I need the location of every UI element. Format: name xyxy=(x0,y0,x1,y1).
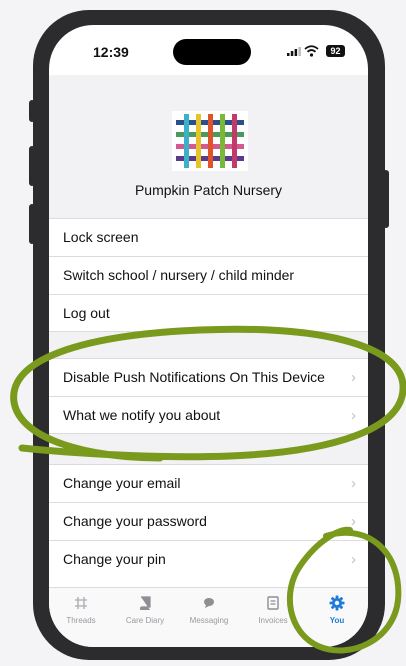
tab-label: Messaging xyxy=(189,616,229,625)
chevron-right-icon: › xyxy=(351,551,356,568)
menu-item-label: Log out xyxy=(63,305,110,321)
tab-label: You xyxy=(329,616,345,625)
action-button xyxy=(29,100,35,122)
change-email-item[interactable]: Change your email › xyxy=(49,464,368,502)
tab-invoices[interactable]: Invoices xyxy=(241,594,305,625)
status-bar: 12:39 92 xyxy=(49,25,368,75)
disable-push-notifications-item[interactable]: Disable Push Notifications On This Devic… xyxy=(49,358,368,396)
tab-label: Care Diary xyxy=(125,616,165,625)
tab-you[interactable]: You xyxy=(305,594,368,625)
gear-icon xyxy=(329,595,345,611)
tab-bar: Threads Care Diary Messaging Invoices Yo… xyxy=(49,587,368,647)
chevron-right-icon: › xyxy=(351,369,356,386)
battery-icon: 92 xyxy=(326,45,345,57)
lock-screen-item[interactable]: Lock screen xyxy=(49,218,368,256)
menu-item-label: Lock screen xyxy=(63,229,139,245)
book-icon xyxy=(139,596,151,610)
chevron-right-icon: › xyxy=(351,475,356,492)
school-header: Pumpkin Patch Nursery xyxy=(49,75,368,218)
school-logo xyxy=(172,111,248,171)
threads-icon xyxy=(75,597,87,609)
volume-down-button xyxy=(29,204,35,244)
status-time: 12:39 xyxy=(93,44,129,60)
credentials-menu: Change your email › Change your password ›… xyxy=(49,464,368,578)
tab-care-diary[interactable]: Care Diary xyxy=(113,594,177,625)
menu-item-label: Change your pin xyxy=(63,551,166,567)
phone-screen: 12:39 92 Pumpkin Patch Nursery Lock scre… xyxy=(49,25,368,647)
menu-item-label: Change your password xyxy=(63,513,207,529)
dynamic-island xyxy=(173,39,251,65)
tab-label: Threads xyxy=(66,616,96,625)
tab-label: Invoices xyxy=(258,616,288,625)
log-out-item[interactable]: Log out xyxy=(49,294,368,332)
section-gap xyxy=(49,332,368,358)
wifi-icon xyxy=(304,45,319,57)
notify-settings-item[interactable]: What we notify you about › xyxy=(49,396,368,434)
change-password-item[interactable]: Change your password › xyxy=(49,502,368,540)
power-button xyxy=(383,170,389,228)
menu-item-label: Switch school / nursery / child minder xyxy=(63,267,295,283)
tab-messaging[interactable]: Messaging xyxy=(177,594,241,625)
section-gap xyxy=(49,434,368,464)
signal-icon xyxy=(287,47,301,56)
notification-menu: Disable Push Notifications On This Devic… xyxy=(49,358,368,434)
volume-up-button xyxy=(29,146,35,186)
switch-school-item[interactable]: Switch school / nursery / child minder xyxy=(49,256,368,294)
chat-bubble-icon xyxy=(204,598,214,608)
tab-threads[interactable]: Threads xyxy=(49,594,113,625)
invoice-icon xyxy=(267,596,279,610)
menu-item-label: What we notify you about xyxy=(63,407,221,423)
change-pin-item[interactable]: Change your pin › xyxy=(49,540,368,578)
chevron-right-icon: › xyxy=(351,407,356,424)
school-name: Pumpkin Patch Nursery xyxy=(134,182,283,198)
chevron-right-icon: › xyxy=(351,513,356,530)
menu-item-label: Disable Push Notifications On This Devic… xyxy=(63,369,325,385)
menu-item-label: Change your email xyxy=(63,475,181,491)
account-menu: Lock screen Switch school / nursery / ch… xyxy=(49,218,368,332)
